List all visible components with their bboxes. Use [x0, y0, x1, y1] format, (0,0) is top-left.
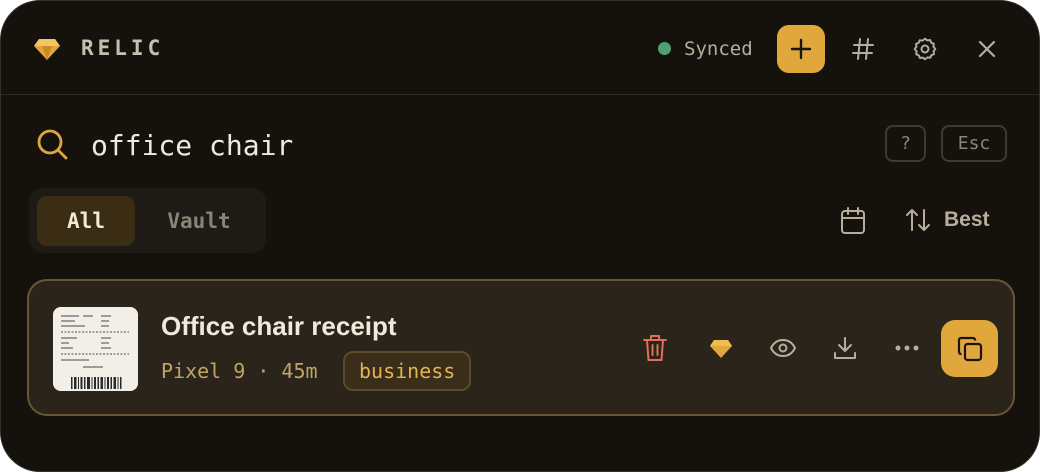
- more-icon: [895, 345, 919, 351]
- date-filter-button[interactable]: [839, 206, 867, 236]
- tab-vault-label: Vault: [167, 209, 231, 233]
- sort-label: Best: [944, 208, 990, 231]
- eye-icon: [769, 338, 797, 358]
- more-button[interactable]: [892, 333, 922, 363]
- filter-tabs: All Vault: [29, 188, 266, 253]
- preview-button[interactable]: [768, 333, 798, 363]
- close-icon: [977, 39, 997, 59]
- tags-button[interactable]: [849, 35, 877, 63]
- plus-icon: [790, 38, 812, 60]
- gem-icon: [33, 36, 61, 62]
- sync-status-label: Synced: [684, 38, 753, 60]
- trash-icon: [642, 333, 668, 363]
- app-title: RELIC: [81, 36, 165, 60]
- app-window: RELIC Synced office chair ? Esc All Vaul…: [0, 0, 1040, 472]
- vault-button[interactable]: [706, 333, 736, 363]
- add-button[interactable]: [777, 25, 825, 73]
- sort-icon: [904, 206, 932, 234]
- copy-icon: [956, 335, 984, 363]
- gear-icon: [912, 36, 938, 62]
- search-input[interactable]: [91, 123, 651, 167]
- help-key-button[interactable]: ?: [885, 125, 926, 162]
- download-icon: [832, 335, 858, 361]
- escape-key-button[interactable]: Esc: [941, 125, 1007, 162]
- search-icon: [35, 127, 69, 161]
- header-bar: RELIC Synced: [1, 1, 1039, 95]
- close-button[interactable]: [973, 35, 1001, 63]
- result-tag-label: business: [359, 359, 456, 383]
- settings-button[interactable]: [911, 35, 939, 63]
- result-meta: Pixel 9 · 45m: [161, 359, 318, 383]
- hash-icon: [851, 37, 875, 61]
- tab-all-label: All: [67, 209, 105, 233]
- gem-icon: [709, 337, 733, 359]
- result-title: Office chair receipt: [161, 311, 397, 341]
- tab-all[interactable]: All: [37, 196, 135, 246]
- receipt-thumbnail: [53, 307, 138, 391]
- result-card[interactable]: Office chair receipt Pixel 9 · 45m busin…: [27, 279, 1015, 416]
- result-tag[interactable]: business: [343, 351, 472, 391]
- calendar-icon: [839, 206, 867, 236]
- sync-status-dot: [658, 42, 671, 55]
- help-key-label: ?: [900, 133, 911, 154]
- download-button[interactable]: [830, 333, 860, 363]
- copy-button[interactable]: [941, 320, 998, 377]
- delete-button[interactable]: [640, 333, 670, 363]
- sort-button[interactable]: Best: [904, 206, 990, 234]
- tab-vault[interactable]: Vault: [139, 196, 259, 246]
- escape-key-label: Esc: [957, 133, 991, 154]
